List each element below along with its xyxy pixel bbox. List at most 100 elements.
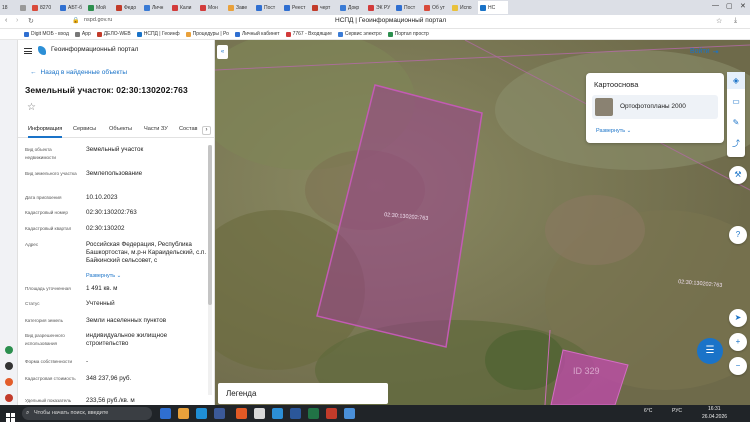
collapse-panel-button[interactable]: « [217, 45, 228, 59]
site-favicon [74, 31, 80, 37]
app-icon[interactable] [272, 408, 283, 419]
help-icon[interactable]: ? [729, 226, 747, 244]
word-icon[interactable] [290, 408, 301, 419]
field-label: Дата присвоения [25, 195, 62, 200]
browser-tab[interactable]: Мой [86, 1, 114, 14]
browser-tab[interactable]: Пост [254, 1, 282, 14]
tab-blank[interactable] [18, 1, 30, 14]
clock-date[interactable]: 26.04.2026 [702, 414, 727, 420]
app-icon[interactable] [236, 408, 247, 419]
browser-tab[interactable]: 8270 [30, 1, 58, 14]
layers-icon[interactable]: ◈ [727, 72, 745, 89]
field-label: Кадастровый квартал [25, 226, 72, 231]
tabs-next-button[interactable]: › [202, 126, 211, 135]
weather-temp[interactable]: 6°C [644, 408, 652, 414]
bookmark-item[interactable]: Личный кабинет [234, 31, 280, 37]
tab-objects[interactable]: Объекты [109, 126, 132, 132]
bookmark-item[interactable]: App [74, 31, 91, 37]
pdf-icon[interactable] [326, 408, 337, 419]
bookmark-star-icon[interactable]: ☆ [716, 17, 722, 25]
basemap-option[interactable]: Ортофотопланы 2000 [592, 95, 718, 119]
tab-parts[interactable]: Части ЗУ [144, 126, 168, 132]
browser-tab[interactable]: Испо [450, 1, 478, 14]
taskview-icon[interactable] [160, 408, 171, 419]
browser-tab[interactable]: ЭК РУ [366, 1, 394, 14]
tab-composition[interactable]: Состав [179, 126, 198, 132]
geolocation-icon[interactable]: ➤ [729, 309, 747, 327]
bookmark-item[interactable]: Портал простр [387, 31, 429, 37]
browser-tab[interactable]: Личн [142, 1, 170, 14]
menu-icon[interactable] [24, 48, 32, 54]
windows-start-icon[interactable] [6, 409, 15, 422]
site-favicon [452, 4, 458, 11]
forward-arrow-icon[interactable]: › [16, 17, 18, 24]
tab-counter[interactable]: 18 [0, 1, 18, 14]
tab-services[interactable]: Сервисы [73, 126, 96, 132]
edge-icon[interactable] [196, 408, 207, 419]
excel-icon[interactable] [308, 408, 319, 419]
bookmark-item[interactable]: Сервис электро [337, 31, 382, 37]
object-title: Земельный участок: 02:30:130202:763 [25, 85, 188, 95]
close-icon[interactable]: ✕ [740, 2, 746, 10]
browser-tab[interactable]: АБТ-б [58, 1, 86, 14]
zoom-out-icon[interactable]: − [729, 357, 747, 375]
scrollbar-thumb[interactable] [208, 145, 212, 305]
tools-icon[interactable]: ⚒ [729, 166, 747, 184]
back-arrow-icon[interactable]: ‹ [5, 17, 7, 24]
measure-icon[interactable]: ✎ [727, 114, 745, 131]
bookmark-item[interactable]: ДЕЛО-WEB [96, 31, 131, 37]
sidebar-app-icon[interactable] [5, 394, 13, 402]
browser-tab[interactable]: Реест [282, 1, 310, 14]
zoom-in-icon[interactable]: + [729, 333, 747, 351]
sidebar-app-icon[interactable] [5, 346, 13, 354]
site-favicon [96, 31, 102, 37]
browser-tab[interactable]: Кали [170, 1, 198, 14]
bookmark-item[interactable]: Digit MOБ - вход [24, 31, 69, 37]
field-label: Площадь уточненная [25, 286, 71, 291]
site-favicon [228, 4, 234, 11]
basemap-expand-link[interactable]: Развернуть ⌄ [596, 128, 631, 134]
reload-icon[interactable]: ↻ [28, 17, 34, 25]
page-title: НСПД | Геоинформационный портал [335, 17, 447, 24]
taskbar-search-input[interactable]: ⌕ Чтобы начать поиск, введите [22, 407, 152, 420]
field-value: 02:30:130202 [86, 225, 125, 232]
bookmark-item[interactable]: НСПД | Геоинф [136, 31, 180, 37]
expand-link[interactable]: Развернуть ⌄ [86, 272, 210, 280]
download-icon[interactable]: ⤓ [734, 17, 737, 25]
browser-tab-active[interactable]: НС [478, 1, 508, 14]
browser-tab[interactable]: Пост [394, 1, 422, 14]
share-icon[interactable]: ⤴ [727, 135, 745, 152]
file-explorer-icon[interactable] [178, 408, 189, 419]
sidebar-app-icon[interactable] [5, 378, 13, 386]
tab-info[interactable]: Информация [28, 126, 63, 138]
panel-scrollbar[interactable] [208, 145, 212, 395]
minimize-icon[interactable]: — [712, 2, 719, 9]
login-button[interactable]: Войти ⇥ [690, 48, 718, 56]
browser-tab[interactable]: Федо [114, 1, 142, 14]
browser-tab[interactable]: Мон [198, 1, 226, 14]
login-icon: ⇥ [712, 49, 719, 56]
browser-tab[interactable]: Заве [226, 1, 254, 14]
field-value: 10.10.2023 [86, 194, 118, 201]
chat-icon[interactable]: ☰ [697, 338, 723, 364]
field-label: Категория земель [25, 318, 63, 323]
favorite-star-icon[interactable]: ☆ [27, 102, 36, 113]
legend-panel[interactable]: Легенда [218, 383, 388, 404]
yandex-browser-icon[interactable] [254, 408, 265, 419]
url-field[interactable]: nspd.gov.ru [84, 17, 112, 23]
sidebar-app-icon[interactable] [5, 362, 13, 370]
browser-tab[interactable]: Докр [338, 1, 366, 14]
browser-tab[interactable]: Об ут [422, 1, 450, 14]
browser-tab[interactable]: черт [310, 1, 338, 14]
keyboard-lang[interactable]: РУС [672, 408, 682, 414]
basemap-title: Картооснова [594, 80, 639, 89]
site-favicon [32, 4, 38, 11]
basemap-icon[interactable]: ▭ [727, 93, 745, 110]
back-link[interactable]: ← Назад в найденные объекты [30, 69, 127, 76]
maximize-icon[interactable]: ▢ [726, 2, 733, 10]
bookmark-item[interactable]: 7767 - Входящие [285, 31, 332, 37]
bookmark-item[interactable]: Процедуры | Ро [185, 31, 229, 37]
app-icon[interactable] [344, 408, 355, 419]
clock-time[interactable]: 16:31 [708, 406, 721, 412]
store-icon[interactable] [214, 408, 225, 419]
